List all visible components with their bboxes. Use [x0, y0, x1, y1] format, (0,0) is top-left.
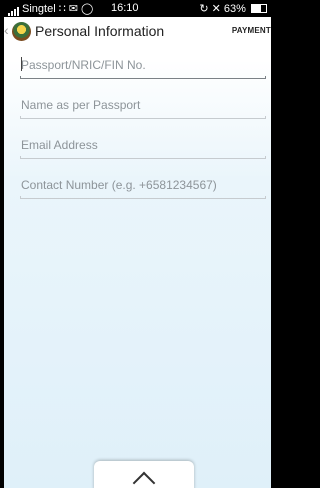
- status-bar: Singtel ∷ ✉ ◯ 16:10 ↻ ✕ 63%: [4, 0, 271, 17]
- wifi-icon: ∷: [58, 3, 66, 15]
- field-tick-right: [265, 116, 266, 119]
- field-tick-left: [20, 116, 21, 119]
- chevron-left-icon[interactable]: ‹: [4, 22, 9, 38]
- sync-icon: ↻: [199, 3, 209, 15]
- text-cursor: [21, 57, 22, 71]
- signal-icon: [8, 4, 20, 16]
- chevron-up-icon: [132, 471, 156, 488]
- carrier-name: Singtel: [22, 3, 56, 15]
- singapore-crest-logo: [12, 22, 31, 41]
- battery-icon: [251, 4, 267, 13]
- clock: 16:10: [111, 2, 139, 14]
- field-tick-right: [265, 196, 266, 199]
- tab-payment[interactable]: PAYMENT: [232, 26, 271, 35]
- passport-input[interactable]: [20, 58, 267, 75]
- mute-icon: ✕: [211, 3, 221, 15]
- name-input[interactable]: [20, 98, 267, 115]
- contact-field[interactable]: [20, 176, 267, 199]
- field-tick-left: [20, 196, 21, 199]
- expand-panel-button[interactable]: [94, 461, 194, 488]
- whatsapp-icon: ◯: [81, 3, 94, 15]
- field-tick-left: [20, 76, 21, 79]
- contact-input[interactable]: [20, 178, 267, 195]
- carrier-group: Singtel ∷ ✉ ◯: [8, 2, 93, 16]
- page-header: ‹ Personal Information PAYMENT: [4, 17, 271, 45]
- email-field[interactable]: [20, 136, 267, 159]
- battery-percent: 63%: [223, 3, 246, 15]
- page-title: Personal Information: [35, 23, 165, 39]
- name-field[interactable]: [20, 96, 267, 119]
- email-input[interactable]: [20, 138, 267, 155]
- app-screen: Singtel ∷ ✉ ◯ 16:10 ↻ ✕ 63% ‹ Personal I…: [4, 0, 271, 488]
- field-tick-left: [20, 156, 21, 159]
- field-tick-right: [265, 156, 266, 159]
- field-tick-right: [265, 76, 266, 79]
- status-right-group: ↻ ✕ 63%: [199, 2, 267, 15]
- passport-field[interactable]: [20, 56, 267, 79]
- mail-icon: ✉: [68, 3, 78, 15]
